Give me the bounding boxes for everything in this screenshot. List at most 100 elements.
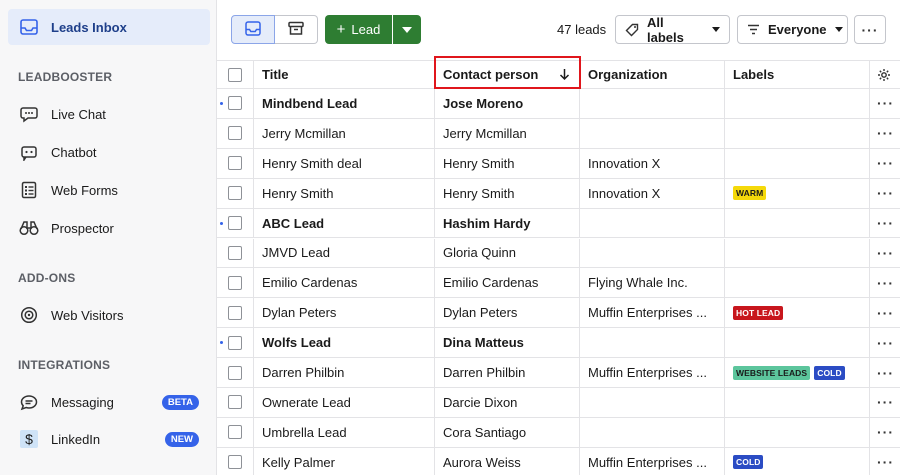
sidebar-item-web-visitors[interactable]: Web Visitors — [8, 297, 210, 333]
lead-title-cell[interactable]: Umbrella Lead — [254, 417, 435, 447]
table-row[interactable]: ABC Lead Hashim Hardy ··· — [217, 208, 900, 239]
labels-cell[interactable] — [725, 148, 870, 178]
labels-cell[interactable] — [725, 388, 870, 417]
organization-cell[interactable]: Innovation X — [580, 148, 725, 178]
lead-title-cell[interactable]: Wolfs Lead — [254, 328, 435, 358]
row-actions-button[interactable]: ··· — [870, 298, 900, 327]
row-actions-button[interactable]: ··· — [870, 328, 900, 357]
labels-filter-dropdown[interactable]: All labels — [615, 15, 730, 45]
lead-title-cell[interactable]: ABC Lead — [254, 208, 435, 238]
organization-cell[interactable] — [580, 238, 725, 268]
select-all-checkbox[interactable] — [228, 67, 242, 82]
labels-cell[interactable]: HOT LEAD — [725, 298, 870, 328]
row-checkbox[interactable] — [228, 425, 242, 440]
row-checkbox[interactable] — [228, 216, 242, 231]
labels-cell[interactable]: COLD — [725, 447, 870, 475]
table-row[interactable]: Darren Philbin Darren Philbin Muffin Enter… — [217, 358, 900, 388]
contact-person-cell[interactable]: Henry Smith — [435, 178, 580, 208]
organization-cell[interactable] — [580, 328, 725, 358]
table-row[interactable]: Jerry Mcmillan Jerry Mcmillan ··· — [217, 118, 900, 149]
labels-cell[interactable] — [725, 268, 870, 298]
contact-person-cell[interactable]: Henry Smith — [435, 148, 580, 178]
lead-title-cell[interactable]: JMVD Lead — [254, 238, 435, 268]
sidebar-item-web-forms[interactable]: Web Forms — [8, 172, 210, 208]
row-actions-button[interactable]: ··· — [870, 119, 900, 148]
table-row[interactable]: Henry Smith Henry Smith Innovation X WARM ··… — [217, 178, 900, 209]
row-actions-button[interactable]: ··· — [870, 89, 900, 118]
row-actions-button[interactable]: ··· — [870, 209, 900, 238]
labels-cell[interactable] — [725, 89, 870, 118]
contact-person-cell[interactable]: Emilio Cardenas — [435, 268, 580, 298]
row-actions-button[interactable]: ··· — [870, 358, 900, 387]
sidebar-item-prospector[interactable]: Prospector — [8, 210, 210, 246]
row-checkbox[interactable] — [228, 305, 242, 320]
organization-cell[interactable] — [580, 118, 725, 148]
table-row[interactable]: Ownerate Lead Darcie Dixon ··· — [217, 388, 900, 418]
row-actions-button[interactable]: ··· — [870, 179, 900, 208]
labels-cell[interactable] — [725, 118, 870, 148]
sidebar-item-messaging[interactable]: Messaging BETA — [8, 384, 210, 420]
labels-cell[interactable] — [725, 417, 870, 447]
contact-person-cell[interactable]: Aurora Weiss — [435, 447, 580, 475]
organization-cell[interactable]: Muffin Enterprises ... — [580, 298, 725, 328]
lead-title-cell[interactable]: Darren Philbin — [254, 358, 435, 387]
list-view-button[interactable] — [231, 15, 275, 44]
labels-cell[interactable] — [725, 328, 870, 358]
column-header-organization[interactable]: Organization — [580, 61, 725, 88]
lead-title-cell[interactable]: Emilio Cardenas — [254, 268, 435, 298]
contact-person-cell[interactable]: Jerry Mcmillan — [435, 118, 580, 148]
table-row[interactable]: JMVD Lead Gloria Quinn ··· — [217, 238, 900, 269]
lead-title-cell[interactable]: Henry Smith deal — [254, 148, 435, 178]
contact-person-cell[interactable]: Darren Philbin — [435, 358, 580, 387]
organization-cell[interactable] — [580, 89, 725, 118]
row-checkbox[interactable] — [228, 156, 242, 171]
table-row[interactable]: Henry Smith deal Henry Smith Innovation X ·… — [217, 148, 900, 179]
row-checkbox[interactable] — [228, 186, 242, 201]
table-row[interactable]: Kelly Palmer Aurora Weiss Muffin Enterpris… — [217, 447, 900, 475]
row-actions-button[interactable]: ··· — [870, 268, 900, 297]
table-row[interactable]: Mindbend Lead Jose Moreno ··· — [217, 89, 900, 119]
owner-filter-dropdown[interactable]: Everyone — [737, 15, 848, 44]
row-actions-button[interactable]: ··· — [870, 149, 900, 178]
row-checkbox[interactable] — [228, 275, 242, 290]
add-lead-button[interactable]: + Lead — [325, 15, 392, 44]
organization-cell[interactable]: Muffin Enterprises ... — [580, 358, 725, 387]
lead-title-cell[interactable]: Dylan Peters — [254, 298, 435, 328]
contact-person-cell[interactable]: Dina Matteus — [435, 328, 580, 358]
column-header-labels[interactable]: Labels — [725, 61, 870, 88]
contact-person-cell[interactable]: Dylan Peters — [435, 298, 580, 328]
contact-person-cell[interactable]: Jose Moreno — [435, 89, 580, 118]
organization-cell[interactable]: Muffin Enterprises ... — [580, 447, 725, 475]
row-checkbox[interactable] — [228, 335, 242, 350]
column-header-title[interactable]: Title — [254, 61, 435, 88]
row-actions-button[interactable]: ··· — [870, 388, 900, 417]
lead-title-cell[interactable]: Kelly Palmer — [254, 447, 435, 475]
row-checkbox[interactable] — [228, 455, 242, 470]
row-actions-button[interactable]: ··· — [870, 418, 900, 447]
organization-cell[interactable] — [580, 417, 725, 447]
column-settings-button[interactable] — [870, 61, 900, 88]
organization-cell[interactable] — [580, 388, 725, 417]
table-row[interactable]: Umbrella Lead Cora Santiago ··· — [217, 417, 900, 448]
row-checkbox[interactable] — [228, 395, 242, 410]
labels-cell[interactable]: WARM — [725, 178, 870, 208]
row-checkbox[interactable] — [228, 126, 242, 141]
sidebar-item-linkedin[interactable]: $ LinkedIn NEW — [8, 421, 210, 457]
sidebar-item-live-chat[interactable]: Live Chat — [8, 96, 210, 132]
organization-cell[interactable] — [580, 208, 725, 238]
organization-cell[interactable]: Innovation X — [580, 178, 725, 208]
lead-title-cell[interactable]: Jerry Mcmillan — [254, 118, 435, 148]
row-actions-button[interactable]: ··· — [870, 448, 900, 475]
sidebar-item-leads-inbox[interactable]: Leads Inbox — [8, 9, 210, 45]
add-lead-dropdown-button[interactable] — [393, 15, 421, 44]
contact-person-cell[interactable]: Darcie Dixon — [435, 388, 580, 417]
archive-view-button[interactable] — [275, 15, 318, 44]
labels-cell[interactable] — [725, 238, 870, 268]
lead-title-cell[interactable]: Henry Smith — [254, 178, 435, 208]
table-row[interactable]: Emilio Cardenas Emilio Cardenas Flying Wha… — [217, 268, 900, 299]
sidebar-item-chatbot[interactable]: Chatbot — [8, 134, 210, 170]
row-actions-button[interactable]: ··· — [870, 239, 900, 268]
row-checkbox[interactable] — [228, 365, 242, 380]
lead-title-cell[interactable]: Ownerate Lead — [254, 388, 435, 417]
labels-cell[interactable]: WEBSITE LEADS COLD — [725, 358, 870, 387]
